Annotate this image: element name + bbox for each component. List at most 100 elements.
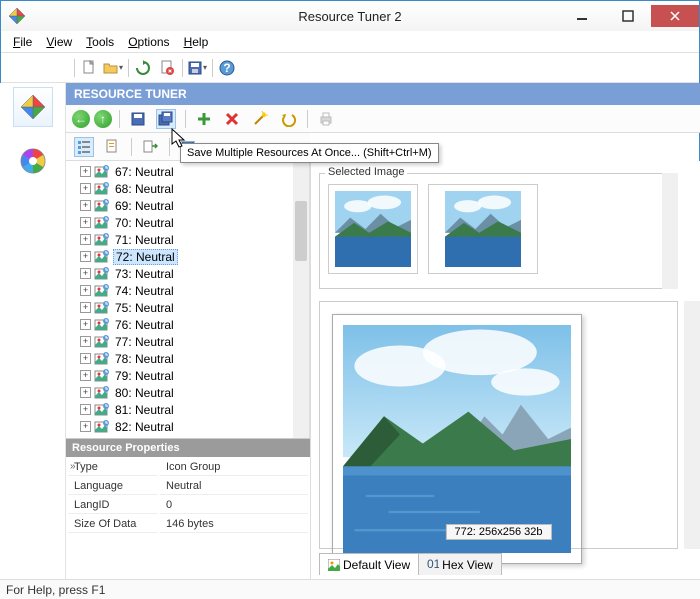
print-button[interactable] xyxy=(316,109,336,129)
tree-item[interactable]: +69: Neutral xyxy=(66,197,293,214)
export-button[interactable] xyxy=(140,137,160,157)
tree-item-label: 79: Neutral xyxy=(113,369,176,383)
save-resource-button[interactable] xyxy=(128,109,148,129)
expand-icon[interactable]: + xyxy=(80,421,91,432)
expand-icon[interactable]: + xyxy=(80,268,91,279)
list-icon xyxy=(76,139,92,155)
tree-item[interactable]: +70: Neutral xyxy=(66,214,293,231)
tree-item[interactable]: +77: Neutral xyxy=(66,333,293,350)
tree-item[interactable]: +75: Neutral xyxy=(66,299,293,316)
thumbnail-1[interactable] xyxy=(328,184,418,274)
scrollbar-thumb[interactable] xyxy=(295,201,307,261)
expand-icon[interactable]: + xyxy=(80,387,91,398)
property-row: LangID0 xyxy=(68,497,308,514)
preview-caption: 772: 256x256 32b xyxy=(445,524,551,540)
app-banner: RESOURCE TUNER xyxy=(66,83,700,105)
tree-item[interactable]: +73: Neutral xyxy=(66,265,293,282)
sidebar-btn-wheel[interactable] xyxy=(13,141,53,181)
tree-item[interactable]: +80: Neutral xyxy=(66,384,293,401)
expand-icon[interactable]: + xyxy=(80,302,91,313)
tree-item[interactable]: +81: Neutral xyxy=(66,401,293,418)
tree-item[interactable]: +68: Neutral xyxy=(66,180,293,197)
tree-item-label: 67: Neutral xyxy=(113,165,176,179)
add-resource-button[interactable] xyxy=(194,109,214,129)
tree-item[interactable]: +71: Neutral xyxy=(66,231,293,248)
refresh-button[interactable] xyxy=(133,58,153,78)
menu-help[interactable]: Help xyxy=(178,33,215,51)
expand-icon[interactable]: + xyxy=(80,404,91,415)
help-icon: ? xyxy=(219,60,235,76)
tree-item[interactable]: +74: Neutral xyxy=(66,282,293,299)
undo-button[interactable] xyxy=(278,109,298,129)
menu-file[interactable]: File xyxy=(7,33,38,51)
resource-icon xyxy=(94,300,110,316)
expand-icon[interactable]: + xyxy=(80,200,91,211)
tree-item-label: 72: Neutral xyxy=(113,249,178,265)
expand-icon[interactable]: + xyxy=(80,217,91,228)
tree-item[interactable]: +72: Neutral xyxy=(66,248,293,265)
expand-icon[interactable]: + xyxy=(80,336,91,347)
tree-item-label: 75: Neutral xyxy=(113,301,176,315)
maximize-button[interactable] xyxy=(605,5,651,27)
tab-label: Hex View xyxy=(442,558,492,572)
expand-icon[interactable]: + xyxy=(80,319,91,330)
tree-item-label: 71: Neutral xyxy=(113,233,176,247)
new-file-button[interactable] xyxy=(79,58,99,78)
help-button[interactable]: ? xyxy=(217,58,237,78)
view-list-button[interactable] xyxy=(74,137,94,157)
wand-icon xyxy=(252,111,268,127)
save-multiple-button[interactable] xyxy=(156,109,176,129)
save-single-icon xyxy=(130,111,146,127)
tree-item-label: 81: Neutral xyxy=(113,403,176,417)
refresh-icon xyxy=(135,60,151,76)
nav-up-button[interactable]: ↑ xyxy=(94,110,112,128)
view-tabs: Default View 010 Hex View xyxy=(319,553,501,575)
thumbnails-scrollbar[interactable] xyxy=(662,173,678,289)
menu-view[interactable]: View xyxy=(40,33,78,51)
tree-item[interactable]: +82: Neutral xyxy=(66,418,293,435)
sidebar-btn-logo[interactable] xyxy=(13,87,53,127)
toolbar-separator xyxy=(179,53,185,82)
image-icon xyxy=(328,559,340,571)
resource-icon xyxy=(94,181,110,197)
close-icon xyxy=(669,10,681,22)
expand-icon[interactable]: + xyxy=(80,353,91,364)
tree-item[interactable]: +79: Neutral xyxy=(66,367,293,384)
menu-tools[interactable]: Tools xyxy=(80,33,120,51)
tree-item[interactable]: +78: Neutral xyxy=(66,350,293,367)
tree-item[interactable]: +67: Neutral xyxy=(66,163,293,180)
delete-resource-button[interactable] xyxy=(222,109,242,129)
tree-item[interactable]: +76: Neutral xyxy=(66,316,293,333)
minimize-button[interactable] xyxy=(559,5,605,27)
nav-back-button[interactable]: ← xyxy=(72,110,90,128)
property-value: 0 xyxy=(160,497,308,514)
resource-tree[interactable]: +67: Neutral+68: Neutral+69: Neutral+70:… xyxy=(66,161,293,438)
toolbar-separator xyxy=(209,53,215,82)
toolbar-separator xyxy=(166,133,172,160)
save-icon xyxy=(187,60,203,76)
expand-icon[interactable]: + xyxy=(80,183,91,194)
close-button[interactable] xyxy=(651,5,699,27)
expand-icon[interactable]: + xyxy=(80,285,91,296)
thumbnail-2[interactable] xyxy=(428,184,538,274)
expand-icon[interactable]: + xyxy=(80,234,91,245)
expand-icon[interactable]: + xyxy=(80,251,91,262)
preview-scrollbar[interactable] xyxy=(684,301,700,549)
save-button[interactable]: ▾ xyxy=(187,58,207,78)
view-tree-button[interactable] xyxy=(102,137,122,157)
tree-scrollbar[interactable] xyxy=(293,161,309,438)
menu-options[interactable]: Options xyxy=(122,33,175,51)
resource-icon xyxy=(94,164,110,180)
tab-default-view[interactable]: Default View xyxy=(319,553,419,575)
expand-icon[interactable]: + xyxy=(80,370,91,381)
landscape-preview-icon xyxy=(343,325,571,553)
expand-icon[interactable]: + xyxy=(80,166,91,177)
tree-item-label: 69: Neutral xyxy=(113,199,176,213)
cancel-icon xyxy=(159,60,175,76)
tree-item-label: 80: Neutral xyxy=(113,386,176,400)
open-file-button[interactable]: ▾ xyxy=(103,58,123,78)
tree-doc-icon xyxy=(104,139,120,155)
cancel-button[interactable] xyxy=(157,58,177,78)
edit-resource-button[interactable] xyxy=(250,109,270,129)
tab-hex-view[interactable]: 010 Hex View xyxy=(418,553,501,575)
